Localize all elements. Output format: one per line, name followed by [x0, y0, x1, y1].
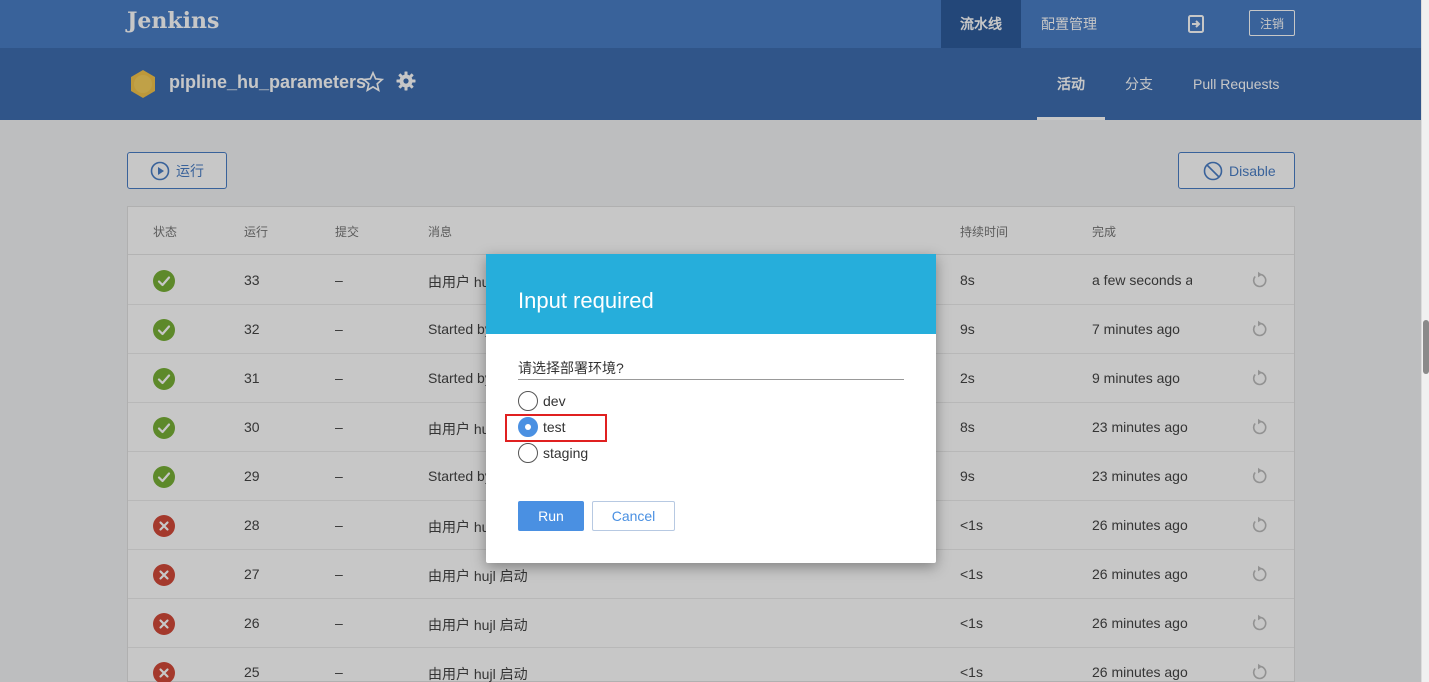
radio-option-dev[interactable]: dev: [518, 390, 566, 412]
input-required-dialog: Input required 请选择部署环境? dev test staging…: [486, 254, 936, 563]
radio-label: staging: [543, 445, 589, 461]
question-divider: [518, 379, 904, 380]
highlight-annotation: [505, 414, 607, 442]
page-scrollbar[interactable]: [1421, 0, 1429, 682]
radio-label: dev: [543, 393, 566, 409]
radio-button[interactable]: [518, 391, 538, 411]
dialog-title: Input required: [518, 288, 654, 313]
dialog-cancel-button[interactable]: Cancel: [592, 501, 675, 531]
dialog-run-button[interactable]: Run: [518, 501, 584, 531]
dialog-question: 请选择部署环境?: [518, 360, 624, 376]
radio-button[interactable]: [518, 443, 538, 463]
dialog-header: Input required: [486, 254, 936, 334]
scrollbar-thumb[interactable]: [1423, 320, 1429, 374]
radio-option-staging[interactable]: staging: [518, 442, 588, 464]
